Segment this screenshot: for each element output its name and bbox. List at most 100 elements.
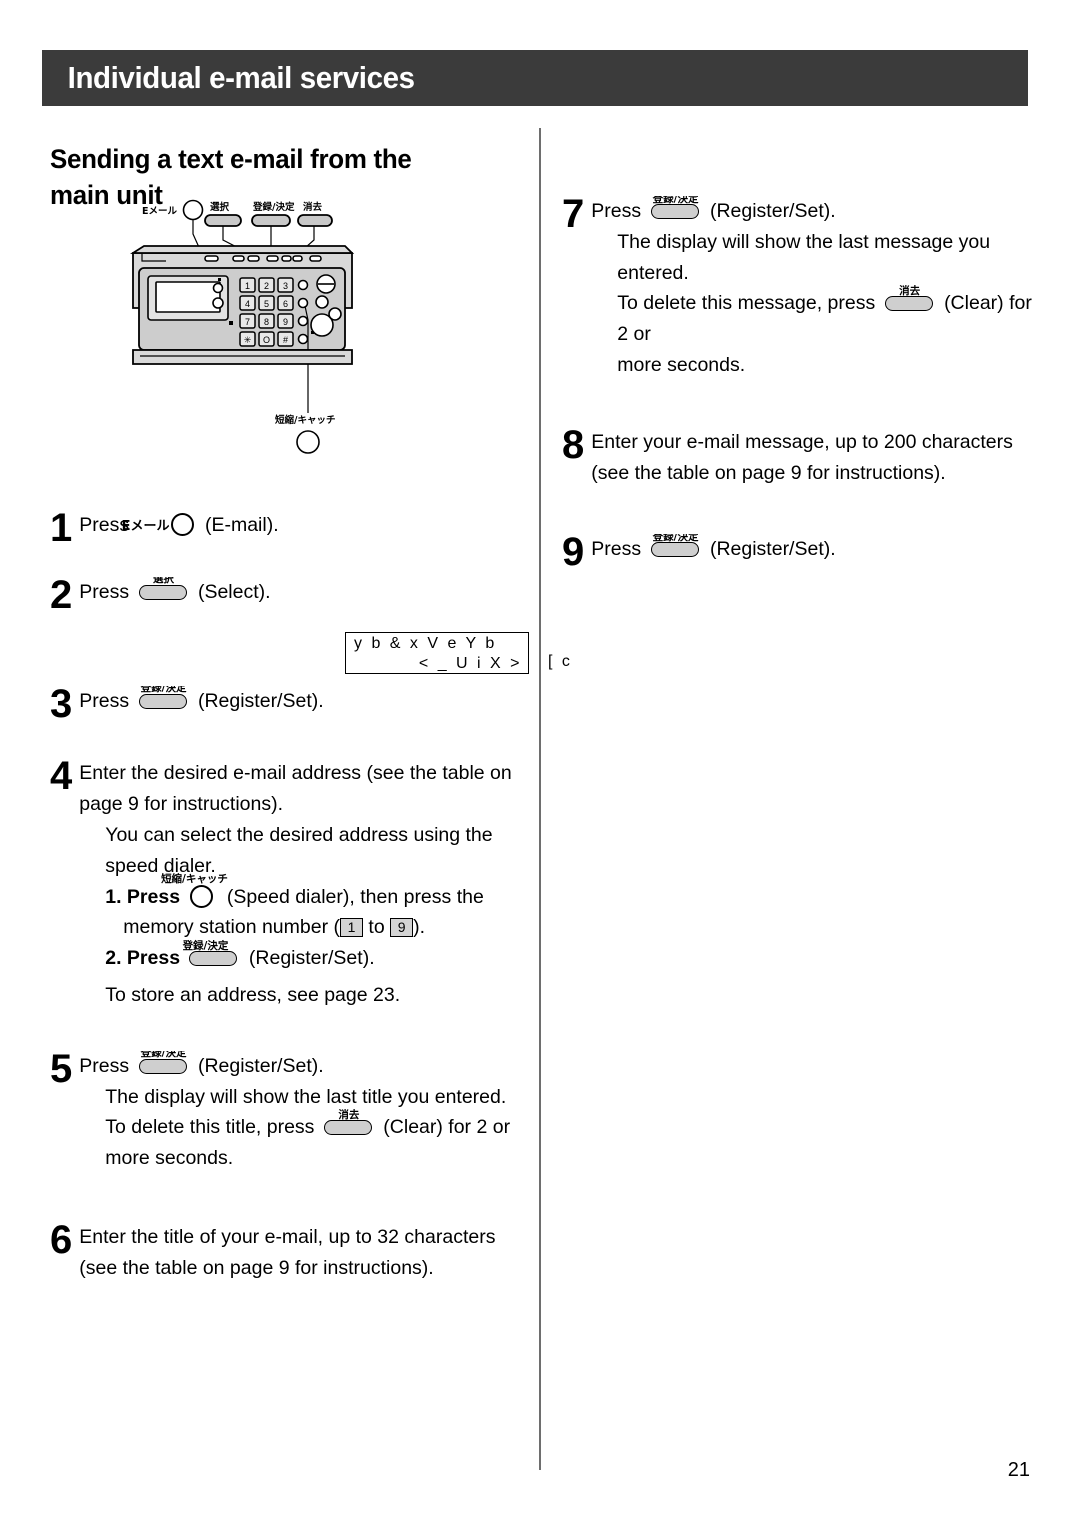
speed-dialer-jp-label: 短縮/キャッチ [161,873,228,886]
register-button-cap [138,693,187,709]
clear-button-icon: 消去 [884,286,935,312]
step-suffix-label: (Register/Set). [709,200,836,222]
delete-prefix-label: To delete this message, press [617,292,876,315]
step-body: Press 登録/決定 (Register/Set). [591,534,1032,565]
substep-2-press-label: 2. Press [105,947,181,970]
step-press-label: Press [79,1054,130,1077]
step-substeps: 1. Press 短縮/キャッチ (Speed dialer), then pr… [79,874,520,974]
step-delete-text: To delete this message, press 消去 (Clear)… [591,286,1032,350]
step-number: 3 [50,681,73,726]
step-suffix-label: (Register/Set). [709,538,836,561]
step-6: 6 Enter the title of your e-mail, up to … [50,1217,520,1284]
step-1: 1 Press Eメール (E-mail). [50,508,520,548]
right-column: 7 Press 登録/決定 (Register/Set). The displa… [562,192,1032,591]
substep-1: 1. Press 短縮/キャッチ (Speed dialer), then pr… [105,874,520,913]
step-number: 1 [50,506,73,550]
clear-button-cap [323,1120,372,1136]
clear-button-icon: 消去 [323,1110,374,1136]
substep-1-suffix: (Speed dialer), then press the [226,885,484,908]
step-suffix-label: (Register/Set). [197,1054,324,1077]
step-press-label: Press [79,580,130,603]
register-button-icon: 登録/決定 [183,941,239,967]
step-5: 5 Press 登録/決定 (Register/Set). The displa… [50,1046,520,1174]
step-body: Enter the title of your e-mail, up to 32… [79,1222,520,1284]
substep-1-continued: memory station number (1 to 9). [105,912,520,943]
step-delete-continued: more seconds. [617,353,746,376]
column-divider [539,128,541,1470]
step-number: 4 [50,754,73,799]
step-8: 8 Enter your e-mail message, up to 200 c… [562,422,1032,489]
page-number: 21 [1007,1459,1030,1481]
step-number: 8 [562,422,585,467]
step-suffix-label: (E-mail). [204,514,279,536]
step-body: Press Eメール (E-mail). [79,510,520,541]
step-main-text: Enter the desired e-mail address (see th… [79,762,512,816]
step-2: 2 Press 選択 (Select). [50,575,520,615]
substep-2: 2. Press 登録/決定 (Register/Set). [105,941,520,974]
register-button-icon: 登録/決定 [650,534,701,558]
register-button-jp-label: 登録/決定 [652,196,699,205]
step-body: Press 選択 (Select). [79,577,520,608]
register-button-cap [650,542,699,558]
register-button-jp-label: 登録/決定 [652,534,699,543]
delete-prefix-label: To delete this title, press [105,1116,315,1139]
step-body: Enter your e-mail message, up to 200 cha… [591,427,1032,489]
memory-station-label: memory station number ( [123,916,340,939]
step-delete-text: To delete this title, press 消去 (Clear) f… [79,1110,520,1174]
step-4: 4 Enter the desired e-mail address (see … [50,754,520,1010]
step-footer-text: To store an address, see page 23. [105,983,401,1006]
step-main-text: Enter your e-mail message, up to 200 cha… [591,430,1013,484]
select-button-cap [138,584,187,600]
substep-2-suffix: (Register/Set). [248,947,375,970]
clear-button-jp-label: 消去 [899,284,921,297]
step-body: Press 登録/決定 (Register/Set). The display … [79,1051,520,1174]
step-body: Enter the desired e-mail address (see th… [79,758,520,1010]
speed-dialer-ring [190,884,214,908]
step-3: 3 Press 登録/決定 (Register/Set). [50,684,520,724]
step-suffix-label: (Register/Set). [197,689,324,712]
step-press-label: Press [79,689,130,712]
step-note-text: You can select the desired address using… [105,823,493,877]
step-number: 5 [50,1046,73,1091]
step-press-label: Press [591,200,642,222]
register-button-icon: 登録/決定 [138,686,189,709]
step-number: 7 [562,192,585,236]
keycap-9: 9 [390,918,414,938]
substep-1-press-label: 1. Press [105,885,181,908]
step-number: 2 [50,572,73,617]
left-column: 1 Press Eメール (E-mail). 2 Press 選択 (Selec [50,205,520,1310]
lcd-line-2: < _ U i X > [418,655,522,672]
lcd-sample-display: y b & x V e Y b < _ U i X > [345,632,529,674]
email-button-jp-label: Eメール [121,519,170,534]
select-button-icon: 選択 [138,577,189,600]
memory-station-close: ). [413,916,426,939]
step-9: 9 Press 登録/決定 (Register/Set). [562,533,1032,573]
lcd-overflow-text: [ c [548,653,573,670]
email-button-icon: Eメール [122,512,197,536]
page-header-banner: Individual e-mail services [42,50,1028,106]
clear-button-jp-label: 消去 [338,1108,360,1121]
lcd-line-1: y b & x V e Y b [354,635,497,652]
register-button-cap [138,1058,187,1074]
register-button-jp-label: 登録/決定 [182,939,229,952]
step-number: 9 [562,530,585,575]
page-title: Individual e-mail services [67,60,415,95]
register-button-icon: 登録/決定 [650,196,701,219]
range-to-label: to [368,916,385,939]
email-button-ring [170,513,194,536]
step-body: Press 登録/決定 (Register/Set). The display … [591,196,1032,381]
step-number: 6 [50,1217,73,1262]
register-button-cap [650,204,699,219]
step-press-label: Press [591,538,642,561]
register-button-jp-label: 登録/決定 [140,1050,187,1060]
step-note-text: The display will show the last message y… [617,230,991,284]
step-note-text: The display will show the last title you… [105,1085,507,1108]
speed-dialer-button-icon: 短縮/キャッチ [161,874,228,908]
step-main-text: Enter the title of your e-mail, up to 32… [79,1225,496,1279]
register-button-icon: 登録/決定 [138,1051,189,1074]
step-body: Press 登録/決定 (Register/Set). [79,686,520,717]
step-suffix-label: (Select). [197,580,271,603]
clear-button-cap [884,296,933,312]
select-button-jp-label: 選択 [153,576,175,586]
register-button-jp-label: 登録/決定 [140,685,187,695]
